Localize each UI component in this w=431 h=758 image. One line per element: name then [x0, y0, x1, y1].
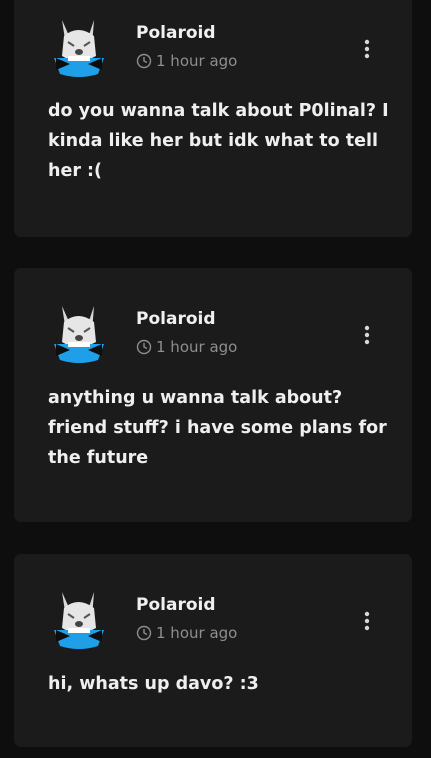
post-card: Polaroid 1 hour ago anything u wanna tal…: [14, 268, 412, 522]
post-body: hi, whats up davo? :3: [48, 674, 259, 694]
avatar[interactable]: [48, 302, 110, 364]
post-body: anything u wanna talk about? friend stuf…: [48, 388, 387, 468]
post-timestamp: 1 hour ago: [136, 338, 237, 356]
post-options-button[interactable]: [356, 321, 378, 349]
clock-icon: [136, 53, 152, 69]
clock-icon: [136, 625, 152, 641]
author-name[interactable]: Polaroid: [136, 23, 216, 43]
post-card: Polaroid 1 hour ago hi, whats up davo? :…: [14, 554, 412, 747]
post-card: Polaroid 1 hour ago do you wanna talk ab…: [14, 0, 412, 237]
timestamp-label: 1 hour ago: [156, 52, 238, 70]
more-vertical-icon: [364, 39, 370, 59]
avatar[interactable]: [48, 588, 110, 650]
post-timestamp: 1 hour ago: [136, 52, 237, 70]
author-name[interactable]: Polaroid: [136, 595, 216, 615]
more-vertical-icon: [364, 611, 370, 631]
author-name[interactable]: Polaroid: [136, 309, 216, 329]
post-feed: Polaroid 1 hour ago do you wanna talk ab…: [0, 0, 431, 758]
timestamp-label: 1 hour ago: [156, 338, 238, 356]
dog-avatar-icon: [54, 306, 104, 363]
clock-icon: [136, 339, 152, 355]
post-options-button[interactable]: [356, 35, 378, 63]
more-vertical-icon: [364, 325, 370, 345]
post-options-button[interactable]: [356, 607, 378, 635]
post-timestamp: 1 hour ago: [136, 624, 237, 642]
avatar[interactable]: [48, 16, 110, 78]
post-body: do you wanna talk about P0linal? I kinda…: [48, 101, 389, 181]
dog-avatar-icon: [54, 592, 104, 649]
timestamp-label: 1 hour ago: [156, 624, 238, 642]
dog-avatar-icon: [54, 20, 104, 77]
